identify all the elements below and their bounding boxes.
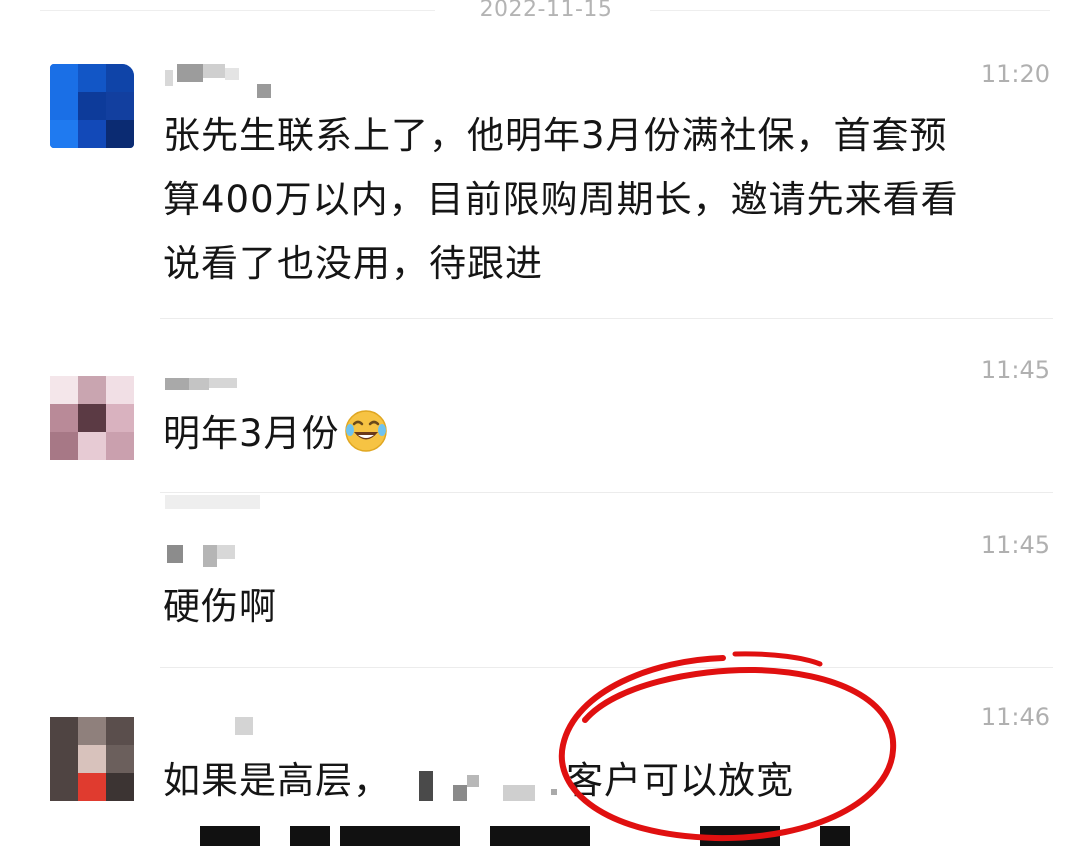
message-item[interactable]: 11:46 如果是高层， 客户可以放宽	[0, 667, 1080, 841]
message-separator	[160, 318, 1053, 319]
avatar[interactable]	[50, 376, 134, 460]
cropped-next-message-line	[180, 826, 880, 846]
message-time: 11:46	[980, 703, 1050, 731]
sender-name-redacted	[165, 64, 275, 98]
message-text: 张先生联系上了，他明年3月份满社保，首套预 算400万以内，目前限购周期长，邀请…	[163, 114, 959, 285]
message-text: 如果是高层， 客户可以放宽	[163, 749, 794, 813]
tears-of-joy-emoji-icon	[344, 410, 387, 452]
message-separator	[160, 492, 1053, 493]
sender-name-redacted	[165, 545, 245, 567]
quote-bar-redacted	[165, 495, 265, 515]
redacted-text	[391, 763, 566, 803]
message-time: 11:20	[980, 60, 1050, 88]
avatar[interactable]	[50, 64, 134, 148]
sender-name-redacted	[165, 376, 245, 396]
message-item[interactable]: 11:45 明年3月份	[0, 320, 1080, 495]
message-item[interactable]: 11:45 硬伤啊	[0, 495, 1080, 667]
message-text-content: 明年3月份	[163, 412, 340, 455]
sender-name-redacted	[165, 717, 265, 737]
message-text-after: 客户可以放宽	[566, 759, 794, 802]
message-text: 明年3月份	[163, 402, 388, 466]
message-time: 11:45	[980, 356, 1050, 384]
message-text: 硬伤啊	[163, 585, 277, 628]
message-time: 11:45	[980, 531, 1050, 559]
message-text-before: 如果是高层，	[163, 759, 391, 802]
message-item[interactable]: 11:20 张先生联系上了，他明年3月份满社保，首套预 算400万以内，目前限购…	[0, 0, 1080, 320]
avatar[interactable]	[50, 717, 134, 801]
